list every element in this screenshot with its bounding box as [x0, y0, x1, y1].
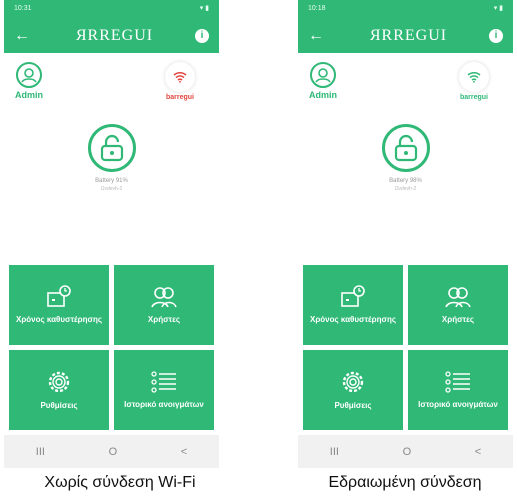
- tile-label: Ρυθμίσεις: [40, 401, 78, 410]
- device-name: Ωvdevh-2: [100, 186, 123, 192]
- tile-label: Ρυθμίσεις: [334, 401, 372, 410]
- back-arrow-icon[interactable]: ←: [308, 27, 328, 45]
- battery-level: Battery 91%: [95, 178, 128, 184]
- battery-level: Battery 98%: [389, 178, 422, 184]
- status-icons: ▾ ▮: [199, 5, 209, 12]
- status-time: 10:31: [14, 5, 32, 12]
- caption-connected: Εδραιωμένη σύνδεση: [328, 474, 482, 491]
- wifi-status[interactable]: barregui: [449, 62, 499, 101]
- status-bar: 10:31 ▾ ▮: [4, 0, 219, 18]
- back-button[interactable]: <: [475, 446, 481, 458]
- home-button[interactable]: O: [403, 446, 412, 458]
- padlock-icon: [394, 134, 417, 162]
- admin-label: Admin: [15, 90, 43, 100]
- admin-profile[interactable]: Admin: [304, 62, 342, 100]
- tile-settings[interactable]: Ρυθμίσεις: [303, 350, 403, 430]
- app-bar: ← ЯRREGUI i: [4, 18, 219, 53]
- wifi-icon: [165, 62, 195, 92]
- user-icon: [310, 62, 336, 88]
- users-icon: [445, 287, 471, 308]
- home-button[interactable]: O: [109, 446, 118, 458]
- app-bar: ← ЯRREGUI i: [298, 18, 513, 53]
- tile-label: Ιστορικό ανοιγμάτων: [124, 400, 204, 409]
- unlock-button[interactable]: [87, 124, 136, 172]
- wifi-label: barregui: [459, 94, 488, 101]
- wifi-icon: [459, 62, 489, 92]
- tile-history[interactable]: Ιστορικό ανοιγμάτων: [114, 350, 214, 430]
- phone-screen-connected: 10:18 ▾ ▮ ← ЯRREGUI i Admin barregui Bat…: [298, 0, 513, 468]
- status-bar: 10:18 ▾ ▮: [298, 0, 513, 18]
- tile-delay-time[interactable]: Χρόνος καθυστέρησης: [303, 265, 403, 345]
- wifi-status[interactable]: barregui: [155, 62, 205, 101]
- tile-label: Ιστορικό ανοιγμάτων: [418, 400, 498, 409]
- admin-profile[interactable]: Admin: [10, 62, 48, 100]
- android-nav-bar: III O <: [298, 435, 513, 468]
- info-icon[interactable]: i: [488, 28, 503, 43]
- tile-delay-time[interactable]: Χρόνος καθυστέρησης: [9, 265, 109, 345]
- status-icons: ▾ ▮: [493, 5, 503, 12]
- back-arrow-icon[interactable]: ←: [14, 27, 34, 45]
- timer-icon: [47, 285, 71, 307]
- admin-label: Admin: [309, 90, 337, 100]
- brand-logo: ЯRREGUI: [369, 26, 448, 44]
- list-icon: [445, 371, 470, 393]
- back-button[interactable]: <: [181, 446, 187, 458]
- tile-label: Χρήστες: [147, 315, 181, 324]
- tile-history[interactable]: Ιστορικό ανοιγμάτων: [408, 350, 508, 430]
- padlock-icon: [100, 134, 123, 162]
- caption-offline: Χωρίς σύνδεση Wi-Fi: [44, 474, 196, 491]
- tile-label: Χρόνος καθυστέρησης: [16, 315, 102, 324]
- tile-label: Χρόνος καθυστέρησης: [310, 315, 396, 324]
- list-icon: [151, 371, 176, 393]
- phone-screen-offline: 10:31 ▾ ▮ ← ЯRREGUI i Admin barregui Bat…: [4, 0, 219, 468]
- android-nav-bar: III O <: [4, 435, 219, 468]
- unlock-button[interactable]: [381, 124, 430, 172]
- gear-icon: [342, 371, 364, 393]
- tile-label: Χρήστες: [441, 315, 475, 324]
- wifi-label: barregui: [165, 94, 194, 101]
- recents-button[interactable]: III: [330, 446, 339, 458]
- user-icon: [16, 62, 42, 88]
- tile-users[interactable]: Χρήστες: [408, 265, 508, 345]
- device-name: Ωvdevh-2: [394, 186, 417, 192]
- recents-button[interactable]: III: [36, 446, 45, 458]
- status-time: 10:18: [308, 5, 326, 12]
- users-icon: [151, 287, 177, 308]
- tile-settings[interactable]: Ρυθμίσεις: [9, 350, 109, 430]
- tile-users[interactable]: Χρήστες: [114, 265, 214, 345]
- timer-icon: [341, 285, 365, 307]
- info-icon[interactable]: i: [194, 28, 209, 43]
- brand-logo: ЯRREGUI: [75, 26, 154, 44]
- gear-icon: [48, 371, 70, 393]
